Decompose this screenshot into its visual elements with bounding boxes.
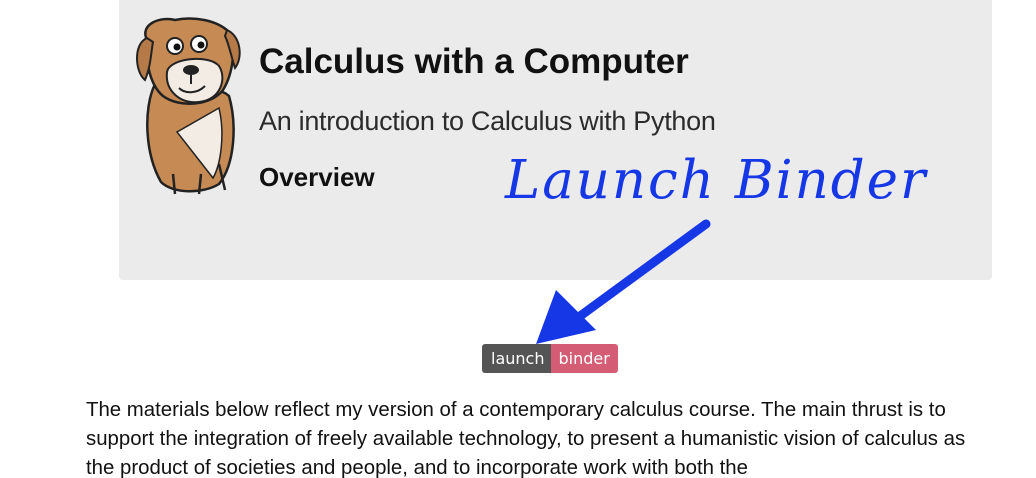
intro-paragraph: The materials below reflect my version o… — [86, 399, 966, 478]
page-title: Calculus with a Computer — [259, 42, 689, 81]
page-subtitle: An introduction to Calculus with Python — [259, 106, 716, 136]
launch-binder-annotation: Launch Binder — [505, 150, 928, 211]
badge-launch-label: launch — [482, 344, 552, 373]
arrow-down-left-icon — [536, 219, 711, 344]
overview-link[interactable]: Overview — [259, 162, 375, 193]
launch-binder-badge[interactable]: launch binder — [482, 344, 618, 373]
dog-logo-icon — [136, 17, 241, 195]
badge-binder-label: binder — [551, 344, 618, 373]
page: Calculus with a Computer An introduction… — [0, 0, 1036, 478]
